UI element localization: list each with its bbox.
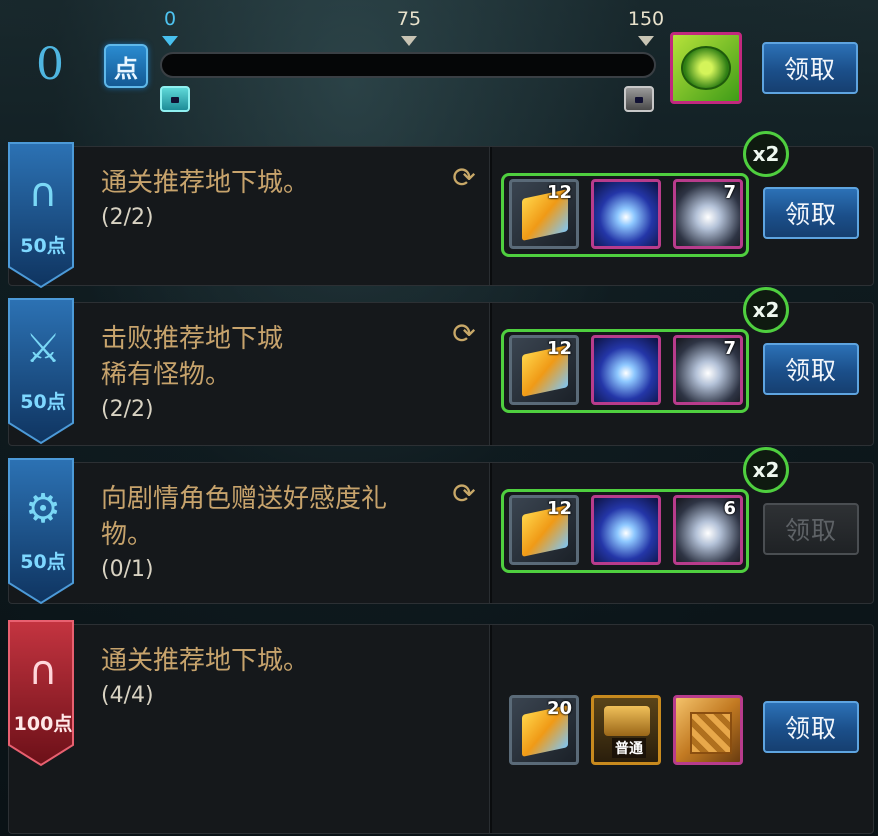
gate-icon: ∩ [28, 170, 58, 216]
task-badge-content: ⚔ 50点 [9, 297, 77, 443]
gold-ticket-item[interactable]: 12 [509, 335, 579, 405]
refresh-icon[interactable]: ⟳ [449, 479, 479, 509]
score-value: 0 [36, 39, 64, 90]
task-badge-content: ∩ 100点 [9, 619, 77, 765]
multiplier-badge: x2 [743, 447, 789, 493]
blue-orb-item[interactable] [591, 179, 661, 249]
task-progress: (2/2) [101, 205, 154, 230]
claim-button[interactable]: 领取 [763, 503, 859, 555]
task-progress: (2/2) [101, 397, 154, 422]
multiplier-badge: x2 [743, 131, 789, 177]
task-progress: (0/1) [101, 557, 154, 582]
item-count: 7 [723, 182, 736, 203]
sword-icon: ⚔ [25, 326, 61, 372]
milestone-chest-icon[interactable] [160, 86, 190, 112]
row-divider [489, 625, 492, 833]
row-divider [489, 463, 492, 603]
point-icon: 点 [104, 44, 148, 88]
tick-label-150: 150 [627, 8, 665, 30]
refresh-icon[interactable]: ⟳ [449, 319, 479, 349]
row-divider [489, 147, 492, 285]
gold-ticket-item[interactable]: 12 [509, 495, 579, 565]
item-count: 20 [546, 698, 572, 719]
task-description: 通关推荐地下城。 [101, 646, 310, 676]
task-points: 50点 [20, 551, 66, 573]
item-count: 12 [546, 338, 572, 359]
task-points: 50点 [20, 235, 66, 257]
row-divider [489, 303, 492, 445]
claim-button[interactable]: 领取 [763, 701, 859, 753]
tick-marker-150 [638, 36, 654, 46]
chest-tag: 普通 [612, 738, 646, 758]
refresh-icon[interactable]: ⟳ [449, 163, 479, 193]
tick-marker-0 [162, 36, 178, 46]
task-row: ∩ 50点 通关推荐地下城。 (2/2) ⟳ x2 12 7 领取 [8, 131, 874, 289]
task-description: 物。 [101, 520, 154, 550]
task-progress: (4/4) [101, 683, 154, 708]
claim-milestone-button[interactable]: 领取 [762, 42, 858, 94]
task-description: 通关推荐地下城。 [101, 168, 310, 198]
chest-item[interactable]: 普通 [591, 695, 661, 765]
treasure-chest-icon [604, 706, 650, 736]
tick-marker-75 [401, 36, 417, 46]
task-points: 100点 [13, 713, 73, 735]
cube-icon [690, 712, 732, 754]
item-count: 6 [723, 498, 736, 519]
item-count: 12 [546, 182, 572, 203]
task-description: 稀有怪物。 [101, 360, 232, 390]
tick-label-75: 75 [396, 8, 422, 30]
item-count: 7 [723, 338, 736, 359]
cloud-orb-item[interactable]: 7 [673, 335, 743, 405]
gate-icon: ∩ [28, 648, 58, 694]
green-emblem-icon [681, 46, 731, 90]
cube-item[interactable] [673, 695, 743, 765]
task-badge-content: ∩ 50点 [9, 141, 77, 287]
blue-orb-item[interactable] [591, 495, 661, 565]
item-count: 12 [546, 498, 572, 519]
claim-button[interactable]: 领取 [763, 343, 859, 395]
task-badge-content: ⚙ 50点 [9, 457, 77, 603]
progress-bar [160, 52, 656, 78]
gear-icon: ⚙ [25, 486, 61, 532]
gold-ticket-item[interactable]: 20 [509, 695, 579, 765]
task-description: 击败推荐地下城 [101, 324, 284, 354]
final-chest-icon[interactable] [624, 86, 654, 112]
claim-button[interactable]: 领取 [763, 187, 859, 239]
task-points: 50点 [20, 391, 66, 413]
blue-orb-item[interactable] [591, 335, 661, 405]
tick-label-0: 0 [163, 8, 177, 30]
gold-ticket-item[interactable]: 12 [509, 179, 579, 249]
task-description: 向剧情角色赠送好感度礼 [101, 484, 388, 514]
task-row: ⚔ 50点 击败推荐地下城 稀有怪物。 (2/2) ⟳ x2 12 7 领取 [8, 287, 874, 446]
task-row: ⚙ 50点 向剧情角色赠送好感度礼 物。 (0/1) ⟳ x2 12 6 领取 [8, 447, 874, 605]
task-row: ∩ 100点 通关推荐地下城。 (4/4) 20 普通 领取 [8, 620, 874, 834]
cloud-orb-item[interactable]: 7 [673, 179, 743, 249]
multiplier-badge: x2 [743, 287, 789, 333]
milestone-reward-item[interactable] [670, 32, 742, 104]
cloud-orb-item[interactable]: 6 [673, 495, 743, 565]
